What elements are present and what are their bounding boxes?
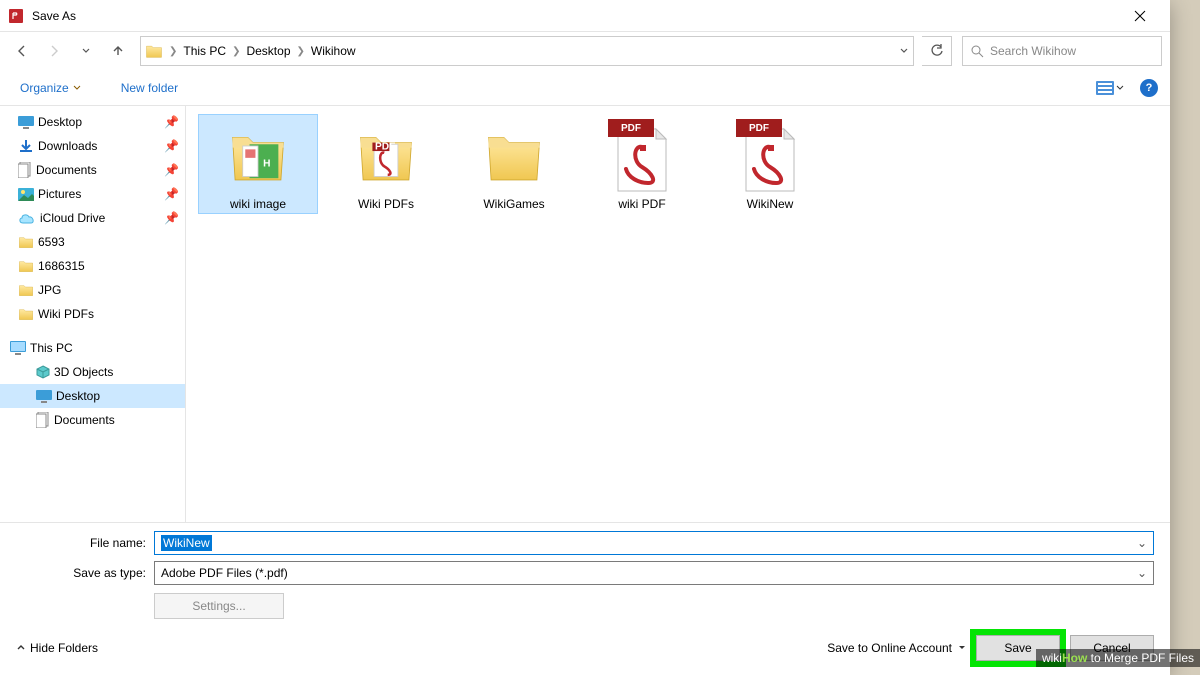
window-title: Save As xyxy=(32,9,1118,23)
sidebar-item-desktop-selected[interactable]: Desktop xyxy=(0,384,185,408)
cloud-icon xyxy=(18,212,36,224)
breadcrumb-wikihow[interactable]: Wikihow xyxy=(307,44,360,58)
monitor-icon xyxy=(10,341,26,355)
folder-icon xyxy=(18,235,34,249)
close-button[interactable] xyxy=(1118,0,1162,32)
filename-label: File name: xyxy=(16,536,146,550)
file-item[interactable]: PDF wiki PDF xyxy=(582,114,702,214)
chevron-down-icon[interactable] xyxy=(899,46,909,56)
save-as-dialog: Save As ❯ This PC ❯ Desktop ❯ Wikihow Se… xyxy=(0,0,1170,675)
chevron-down-icon[interactable]: ⌄ xyxy=(1137,566,1147,580)
footer: Hide Folders Save to Online Account Save… xyxy=(0,627,1170,675)
chevron-down-icon xyxy=(81,46,91,56)
crumb-separator-icon: ❯ xyxy=(167,46,179,57)
file-item[interactable]: PDF Wiki PDFs xyxy=(326,114,446,214)
sidebar-item-folder[interactable]: JPG xyxy=(0,278,185,302)
breadcrumb-desktop[interactable]: Desktop xyxy=(242,44,294,58)
close-icon xyxy=(1134,10,1146,22)
pin-icon: 📌 xyxy=(164,187,179,201)
desktop-icon xyxy=(36,390,52,403)
search-input[interactable]: Search Wikihow xyxy=(962,36,1162,66)
folder-icon xyxy=(18,259,34,273)
file-item[interactable]: H wiki image xyxy=(198,114,318,214)
download-icon xyxy=(18,139,34,153)
sidebar-item-3d[interactable]: 3D Objects xyxy=(0,360,185,384)
chevron-down-icon xyxy=(1116,84,1124,92)
pin-icon: 📌 xyxy=(164,211,179,225)
pictures-icon xyxy=(18,188,34,201)
sidebar-item-folder[interactable]: Wiki PDFs xyxy=(0,302,185,326)
documents-icon xyxy=(18,162,32,178)
sidebar-item-documents[interactable]: Documents📌 xyxy=(0,158,185,182)
sidebar-item-icloud[interactable]: iCloud Drive📌 xyxy=(0,206,185,230)
pdf-badge: PDF xyxy=(608,119,654,137)
help-button[interactable]: ? xyxy=(1140,79,1158,97)
sidebar-item-folder[interactable]: 6593 xyxy=(0,230,185,254)
sidebar-item-desktop[interactable]: Desktop📌 xyxy=(0,110,185,134)
sidebar-item-thispc[interactable]: This PC xyxy=(0,336,185,360)
arrow-right-icon xyxy=(46,43,62,59)
save-online-button[interactable]: Save to Online Account xyxy=(827,641,966,655)
view-options-button[interactable] xyxy=(1092,79,1128,97)
back-button[interactable] xyxy=(8,37,36,65)
chevron-down-icon[interactable]: ⌄ xyxy=(1137,536,1147,550)
up-button[interactable] xyxy=(104,37,132,65)
crumb-separator-icon: ❯ xyxy=(295,46,307,57)
toolbar: Organize New folder ? xyxy=(0,70,1170,106)
file-item[interactable]: PDF WikiNew xyxy=(710,114,830,214)
svg-text:H: H xyxy=(263,158,270,169)
refresh-icon xyxy=(930,44,944,58)
sidebar-item-folder[interactable]: 1686315 xyxy=(0,254,185,278)
titlebar: Save As xyxy=(0,0,1170,32)
svg-text:PDF: PDF xyxy=(375,141,395,152)
folder-preview-icon: PDF xyxy=(351,129,421,185)
chevron-down-icon xyxy=(73,84,81,92)
desktop-icon xyxy=(18,116,34,129)
body: Desktop📌 Downloads📌 Documents📌 Pictures📌… xyxy=(0,106,1170,522)
crumb-separator-icon: ❯ xyxy=(230,46,242,57)
folder-preview-icon: H xyxy=(223,129,293,185)
forward-button xyxy=(40,37,68,65)
chevron-down-icon xyxy=(958,644,966,652)
file-list[interactable]: H wiki image PDF Wiki PDFs WikiGames PDF… xyxy=(186,106,1170,522)
nav-row: ❯ This PC ❯ Desktop ❯ Wikihow Search Wik… xyxy=(0,32,1170,70)
recent-locations-button[interactable] xyxy=(72,37,100,65)
file-item[interactable]: WikiGames xyxy=(454,114,574,214)
folder-icon xyxy=(479,129,549,185)
search-icon xyxy=(971,45,984,58)
sidebar-item-documents2[interactable]: Documents xyxy=(0,408,185,432)
pin-icon: 📌 xyxy=(164,163,179,177)
arrow-left-icon xyxy=(14,43,30,59)
pin-icon: 📌 xyxy=(164,139,179,153)
address-bar[interactable]: ❯ This PC ❯ Desktop ❯ Wikihow xyxy=(140,36,914,66)
sidebar-item-downloads[interactable]: Downloads📌 xyxy=(0,134,185,158)
saveastype-select[interactable]: Adobe PDF Files (*.pdf) ⌄ xyxy=(154,561,1154,585)
sidebar-item-pictures[interactable]: Pictures📌 xyxy=(0,182,185,206)
hide-folders-button[interactable]: Hide Folders xyxy=(16,641,98,655)
arrow-up-icon xyxy=(110,43,126,59)
settings-button[interactable]: Settings... xyxy=(154,593,284,619)
folder-icon xyxy=(18,283,34,297)
folder-icon xyxy=(145,42,163,60)
view-icon xyxy=(1096,81,1114,95)
pdf-badge: PDF xyxy=(736,119,782,137)
filename-input[interactable]: WikiNew ⌄ xyxy=(154,531,1154,555)
navigation-tree[interactable]: Desktop📌 Downloads📌 Documents📌 Pictures📌… xyxy=(0,106,186,522)
chevron-up-icon xyxy=(16,643,26,653)
watermark: wikiHow to Merge PDF Files xyxy=(1036,649,1200,667)
cube-icon xyxy=(36,365,50,379)
folder-icon xyxy=(18,307,34,321)
breadcrumb-thispc[interactable]: This PC xyxy=(179,44,230,58)
search-placeholder: Search Wikihow xyxy=(990,44,1076,58)
form-area: File name: WikiNew ⌄ Save as type: Adobe… xyxy=(0,522,1170,627)
saveastype-label: Save as type: xyxy=(16,566,146,580)
pin-icon: 📌 xyxy=(164,115,179,129)
refresh-button[interactable] xyxy=(922,36,952,66)
organize-button[interactable]: Organize xyxy=(12,77,89,99)
documents-icon xyxy=(36,412,50,428)
new-folder-button[interactable]: New folder xyxy=(113,77,186,99)
adobe-pdf-app-icon xyxy=(8,8,24,24)
